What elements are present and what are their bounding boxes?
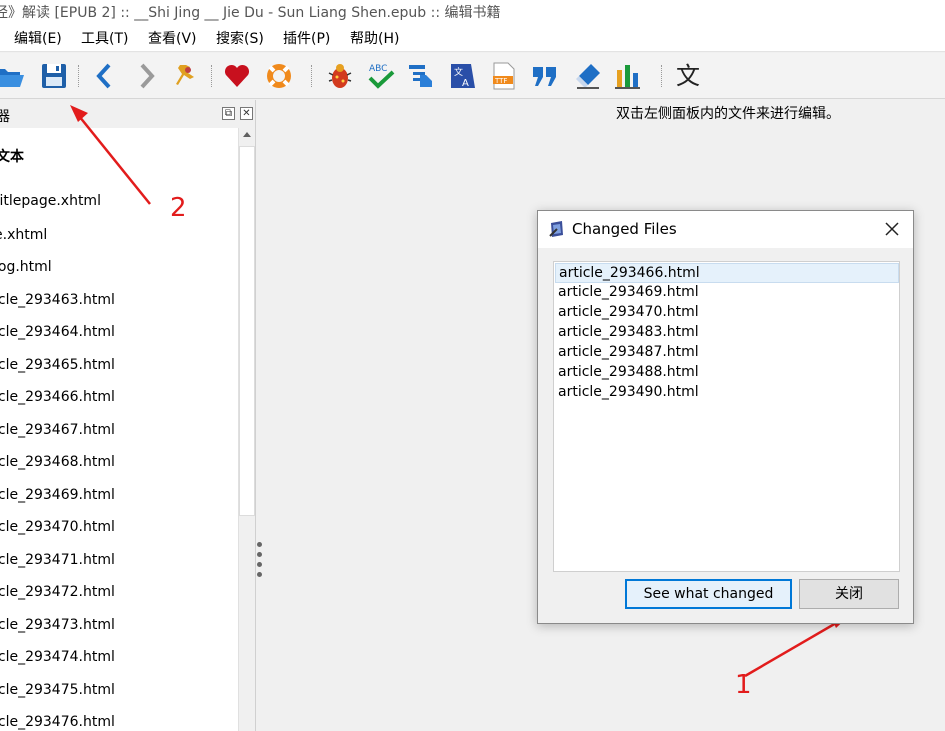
list-item[interactable]: article_293466.html xyxy=(555,263,899,283)
list-item[interactable]: article_293470.html xyxy=(555,303,899,323)
close-button[interactable]: 关闭 xyxy=(799,579,899,609)
close-icon[interactable] xyxy=(882,219,902,239)
see-what-changed-button[interactable]: See what changed xyxy=(625,579,792,609)
annotation-label-1: 1 xyxy=(735,670,752,700)
annotation-label-2: 2 xyxy=(170,193,187,223)
annotation-arrow-1 xyxy=(744,617,844,678)
changed-files-dialog: Changed Files article_293466.html articl… xyxy=(537,210,914,624)
list-item[interactable]: article_293488.html xyxy=(555,363,899,383)
list-item[interactable]: article_293469.html xyxy=(555,283,899,303)
list-item[interactable]: article_293487.html xyxy=(555,343,899,363)
app-logo-icon xyxy=(549,221,563,237)
changed-files-list[interactable]: article_293466.html article_293469.html … xyxy=(553,261,900,572)
dialog-title: Changed Files xyxy=(572,220,677,238)
annotation-arrowhead-2 xyxy=(70,105,88,122)
dialog-title-bar[interactable]: Changed Files xyxy=(538,211,913,248)
list-item[interactable]: article_293490.html xyxy=(555,383,899,403)
annotation-arrow-2 xyxy=(74,110,151,205)
list-item[interactable]: article_293483.html xyxy=(555,323,899,343)
